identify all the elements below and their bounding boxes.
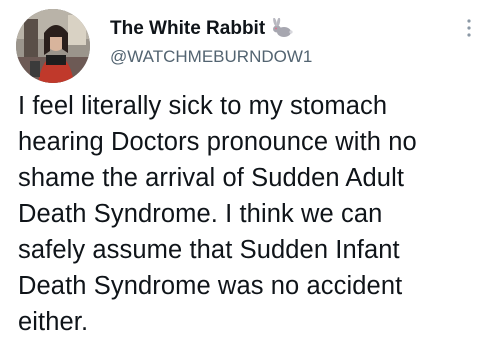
more-vertical-icon[interactable] — [462, 14, 476, 44]
avatar[interactable] — [16, 9, 90, 83]
rabbit-icon — [271, 17, 293, 38]
display-name[interactable]: The White Rabbit — [110, 19, 265, 38]
tweet-card: The White Rabbit @WATCHMEBURNDOW1 I feel… — [0, 0, 500, 336]
user-handle[interactable]: @WATCHMEBURNDOW1 — [110, 48, 312, 65]
profile-photo — [16, 9, 90, 83]
tweet-text: I feel literally sick to my stomach hear… — [18, 92, 417, 336]
author-name-row: The White Rabbit — [110, 17, 293, 38]
